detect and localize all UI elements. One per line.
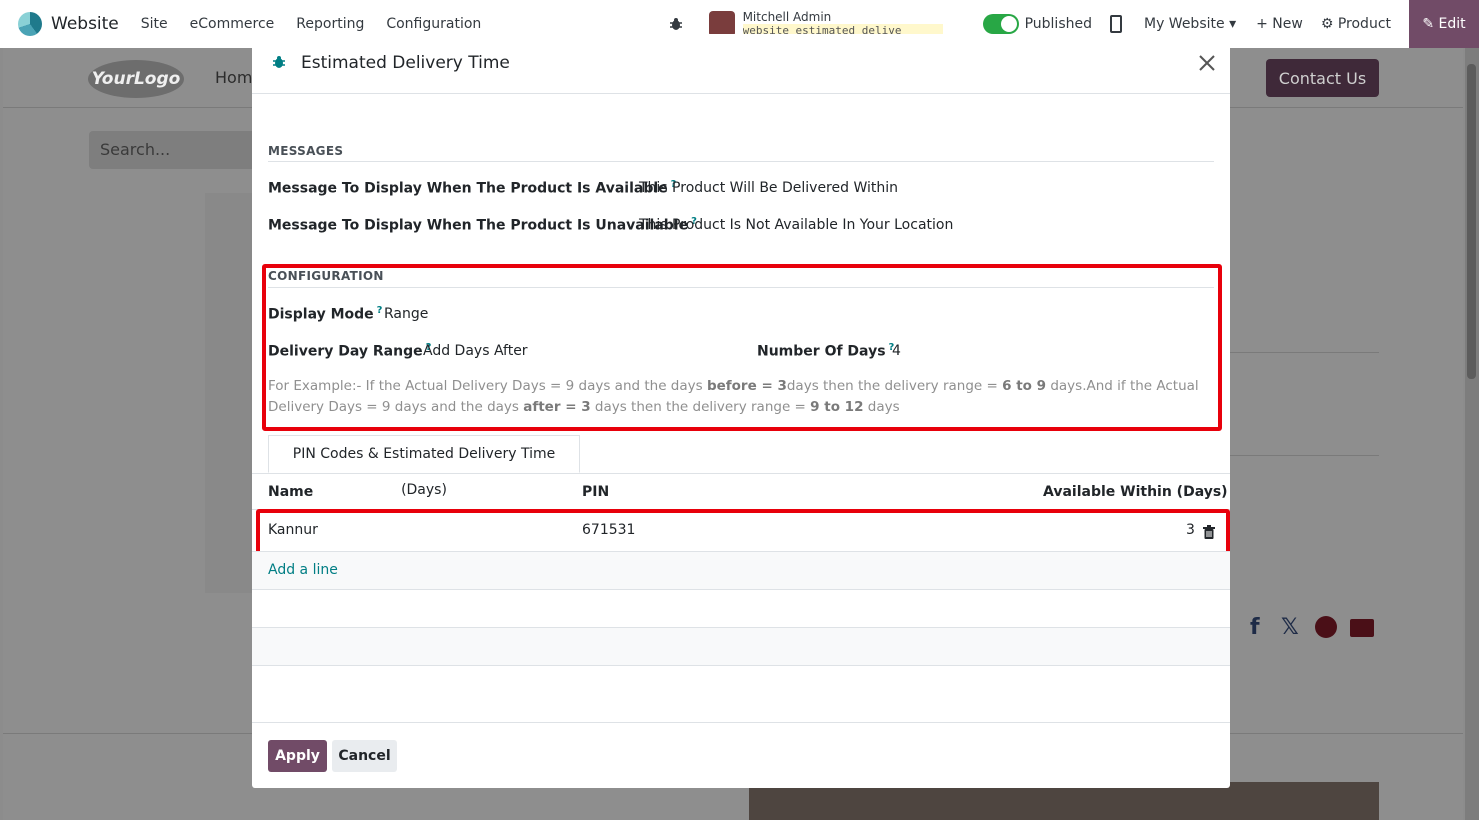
product-image-area: [205, 193, 255, 593]
menu-configuration[interactable]: Configuration: [386, 16, 481, 32]
dialog-header: Estimated Delivery Time: [252, 34, 1230, 94]
tab-divider: [252, 473, 1230, 474]
unavailable-message-label: Message To Display When The Product Is U…: [268, 216, 697, 234]
messages-section-title: MESSAGES: [268, 144, 344, 158]
empty-table-row: [252, 627, 1230, 666]
product-button[interactable]: ⚙ Product: [1321, 16, 1391, 32]
unavailable-message-field[interactable]: This Product Is Not Available In Your Lo…: [639, 217, 953, 233]
x-twitter-icon: 𝕏: [1281, 615, 1299, 640]
configuration-highlight-box: [262, 264, 1222, 431]
gear-icon: ⚙: [1320, 16, 1334, 32]
apply-button[interactable]: Apply: [268, 740, 327, 772]
unavailable-message-label-text: Message To Display When The Product Is U…: [268, 217, 689, 234]
pencil-icon: ✎: [1422, 16, 1435, 32]
table-bottom-divider: [252, 665, 1230, 666]
app-home[interactable]: Website: [18, 12, 119, 36]
column-header-available-days[interactable]: Available Within (Days): [1043, 484, 1228, 500]
main-menu: Site eCommerce Reporting Configuration: [141, 16, 504, 32]
menu-reporting[interactable]: Reporting: [296, 16, 364, 32]
cancel-button[interactable]: Cancel: [332, 740, 397, 772]
published-label: Published: [1024, 16, 1092, 32]
plus-icon: +: [1256, 16, 1268, 32]
site-logo: YourLogo: [88, 60, 184, 98]
website-switcher[interactable]: My Website ▾: [1144, 16, 1236, 32]
site-divider: [1229, 455, 1379, 456]
website-app-icon[interactable]: [18, 12, 42, 36]
dialog-footer: Apply Cancel: [252, 722, 1230, 789]
user-name: Mitchell Admin: [742, 10, 832, 24]
caret-down-icon: ▾: [1229, 16, 1237, 32]
debug-bug-icon[interactable]: [669, 17, 683, 31]
column-header-pin[interactable]: PIN: [582, 484, 609, 500]
website-switcher-label: My Website: [1143, 16, 1225, 32]
row-highlight-box: [256, 509, 1230, 556]
facebook-icon: f: [1250, 615, 1260, 640]
add-line-row: [252, 551, 1230, 590]
menu-ecommerce[interactable]: eCommerce: [190, 16, 275, 32]
menu-site[interactable]: Site: [141, 16, 168, 32]
estimated-delivery-dialog: Estimated Delivery Time MESSAGES Message…: [252, 34, 1230, 788]
empty-table-row: [252, 589, 1230, 628]
close-icon[interactable]: [1196, 52, 1218, 74]
site-search-input: Search...: [89, 131, 259, 169]
add-a-line-link[interactable]: Add a line: [268, 562, 338, 578]
section-divider: [268, 161, 1214, 162]
pinterest-icon: [1315, 616, 1337, 638]
column-header-name[interactable]: Name: [268, 484, 313, 500]
site-divider: [1229, 352, 1379, 353]
available-message-field[interactable]: This Product Will Be Delivered Within: [639, 180, 898, 196]
published-toggle[interactable]: [982, 14, 1019, 34]
bug-icon: [273, 56, 285, 68]
email-icon: [1350, 619, 1374, 637]
edit-button[interactable]: ✎ Edit: [1409, 0, 1479, 48]
new-button[interactable]: + New: [1256, 16, 1303, 32]
tab-pin-codes[interactable]: PIN Codes & Estimated Delivery Time (Day…: [268, 435, 580, 498]
mobile-preview-icon[interactable]: [1109, 15, 1122, 33]
edit-button-label: Edit: [1438, 16, 1466, 32]
product-button-label: Product: [1337, 16, 1391, 32]
available-message-label-text: Message To Display When The Product Is A…: [268, 180, 668, 197]
dialog-title: Estimated Delivery Time: [301, 53, 510, 73]
contact-us-button: Contact Us: [1266, 59, 1379, 97]
new-button-label: New: [1272, 16, 1303, 32]
app-name[interactable]: Website: [51, 14, 119, 34]
available-message-label: Message To Display When The Product Is A…: [268, 179, 676, 197]
page-scrollbar-thumb[interactable]: [1467, 64, 1476, 379]
